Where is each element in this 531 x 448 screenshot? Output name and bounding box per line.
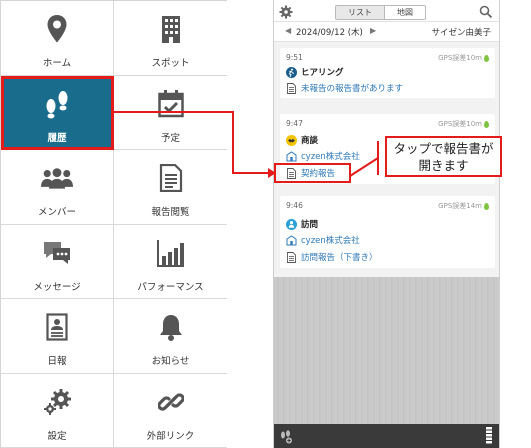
history-card[interactable]: 9:51 GPS誤差10m ヒアリング 未報告の報告書があります bbox=[280, 48, 495, 98]
card-title-row: 訪問 bbox=[286, 218, 318, 230]
menu-item-label: 履歴 bbox=[47, 132, 67, 144]
company-building-icon bbox=[286, 150, 297, 162]
add-footprint-icon[interactable] bbox=[279, 429, 293, 444]
bell-icon bbox=[155, 311, 187, 343]
daily-report-icon bbox=[41, 311, 73, 343]
calendar-check-icon bbox=[155, 88, 187, 120]
map-pin-icon bbox=[41, 13, 73, 45]
menu-item-spot[interactable]: スポット bbox=[114, 1, 227, 76]
menu-item-messages[interactable]: メッセージ bbox=[1, 224, 114, 299]
menu-item-label: メンバー bbox=[37, 207, 76, 218]
callout-pointer bbox=[350, 157, 379, 177]
gps-accuracy: GPS誤差10m bbox=[438, 119, 489, 129]
main-menu-grid: ホーム スポット 履歴 予定 メンバー 報告閲覧 メッセージ パフォーマンス 日… bbox=[1, 1, 227, 448]
menu-item-label: 設定 bbox=[47, 430, 67, 442]
card-report-link[interactable]: 訪問報告（下書き） bbox=[301, 251, 378, 263]
chat-bubbles-icon bbox=[41, 237, 73, 269]
company-building-icon bbox=[286, 234, 297, 246]
gps-text: GPS誤差14m bbox=[438, 202, 482, 210]
card-time: 9:47 bbox=[286, 119, 303, 128]
menu-item-label: スポット bbox=[151, 58, 190, 69]
gears-icon bbox=[41, 386, 73, 418]
handshake-icon bbox=[286, 134, 297, 146]
user-name[interactable]: サイゼン由美子 bbox=[431, 26, 491, 38]
card-time: 9:51 bbox=[286, 53, 303, 62]
bar-chart-icon bbox=[155, 237, 187, 269]
date-bar: ◀ 2024/09/12 (木) ▶ サイゼン由美子 bbox=[274, 22, 499, 42]
menu-item-notices[interactable]: お知らせ bbox=[114, 299, 227, 374]
tab-map[interactable]: 地図 bbox=[384, 6, 425, 19]
next-day-button[interactable]: ▶ bbox=[370, 26, 376, 35]
menu-item-history[interactable]: 履歴 bbox=[1, 75, 114, 150]
bottom-toolbar bbox=[274, 424, 499, 448]
menu-item-label: 日報 bbox=[47, 356, 67, 367]
card-title: 商談 bbox=[301, 136, 319, 146]
building-icon bbox=[155, 13, 187, 45]
current-date: 2024/09/12 (木) bbox=[296, 28, 363, 38]
view-toggle: リスト 地図 bbox=[335, 5, 426, 20]
menu-item-schedule[interactable]: 予定 bbox=[114, 75, 227, 150]
gps-accuracy: GPS誤差10m bbox=[438, 53, 489, 63]
phone-screen: リスト 地図 ◀ 2024/09/12 (木) ▶ サイゼン由美子 9:51 G… bbox=[273, 0, 500, 448]
card-title-row: ヒアリング bbox=[286, 66, 344, 78]
search-icon[interactable] bbox=[479, 4, 493, 19]
walking-person-icon bbox=[286, 66, 297, 78]
menu-item-members[interactable]: メンバー bbox=[1, 150, 114, 225]
chain-link-icon bbox=[155, 386, 187, 418]
gps-text: GPS誤差10m bbox=[438, 120, 482, 128]
card-company-row[interactable]: cyzen株式会社 bbox=[286, 234, 360, 246]
gps-pin-icon bbox=[484, 54, 489, 62]
gps-accuracy: GPS誤差14m bbox=[438, 201, 489, 211]
people-icon bbox=[41, 162, 73, 194]
menu-item-label: ホーム bbox=[42, 58, 72, 69]
menu-item-label: 報告閲覧 bbox=[151, 207, 190, 218]
tab-list[interactable]: リスト bbox=[336, 6, 384, 19]
menu-item-report-view[interactable]: 報告閲覧 bbox=[114, 150, 227, 225]
gps-text: GPS誤差10m bbox=[438, 54, 482, 62]
callout-line-1: タップで報告書が bbox=[393, 141, 494, 156]
card-report-row[interactable]: 未報告の報告書があります bbox=[286, 82, 403, 94]
card-company[interactable]: cyzen株式会社 bbox=[301, 234, 360, 246]
tap-callout: タップで報告書が 開きます bbox=[385, 136, 502, 177]
menu-item-home[interactable]: ホーム bbox=[1, 1, 114, 76]
callout-line-2: 開きます bbox=[418, 158, 469, 173]
card-time: 9:46 bbox=[286, 201, 303, 210]
menu-item-performance[interactable]: パフォーマンス bbox=[114, 224, 227, 299]
signal-bars-icon[interactable] bbox=[485, 427, 493, 445]
menu-item-external-link[interactable]: 外部リンク bbox=[114, 373, 227, 448]
document-icon bbox=[155, 162, 187, 194]
settings-gear-icon[interactable] bbox=[279, 4, 293, 19]
menu-item-settings[interactable]: 設定 bbox=[1, 373, 114, 448]
document-icon bbox=[286, 251, 297, 263]
footprints-icon bbox=[41, 88, 73, 120]
menu-item-label: パフォーマンス bbox=[137, 281, 204, 293]
document-icon bbox=[286, 82, 297, 94]
card-report-row[interactable]: 訪問報告（下書き） bbox=[286, 251, 378, 263]
menu-item-label: 外部リンク bbox=[146, 430, 195, 442]
empty-list-area bbox=[274, 277, 499, 424]
menu-item-label: メッセージ bbox=[33, 281, 81, 293]
visitor-icon bbox=[286, 218, 297, 230]
menu-item-daily-report[interactable]: 日報 bbox=[1, 299, 114, 374]
card-title: 訪問 bbox=[301, 220, 319, 230]
gps-pin-icon bbox=[484, 120, 489, 128]
menu-item-label: お知らせ bbox=[151, 356, 190, 367]
card-title-row: 商談 bbox=[286, 134, 318, 146]
gps-pin-icon bbox=[484, 202, 489, 210]
menu-item-label: 予定 bbox=[160, 132, 180, 144]
prev-day-button[interactable]: ◀ bbox=[285, 26, 291, 35]
card-company-row[interactable]: cyzen株式会社 bbox=[286, 150, 360, 162]
app-topbar: リスト 地図 bbox=[274, 0, 499, 22]
report-link-highlight bbox=[274, 163, 351, 183]
history-card[interactable]: 9:46 GPS誤差14m 訪問 cyzen株式会社 訪問報告（下書き） bbox=[280, 196, 495, 268]
card-title: ヒアリング bbox=[301, 68, 344, 78]
main-menu-panel: ホーム スポット 履歴 予定 メンバー 報告閲覧 メッセージ パフォーマンス 日… bbox=[0, 0, 227, 448]
card-report-link[interactable]: 未報告の報告書があります bbox=[301, 82, 403, 94]
